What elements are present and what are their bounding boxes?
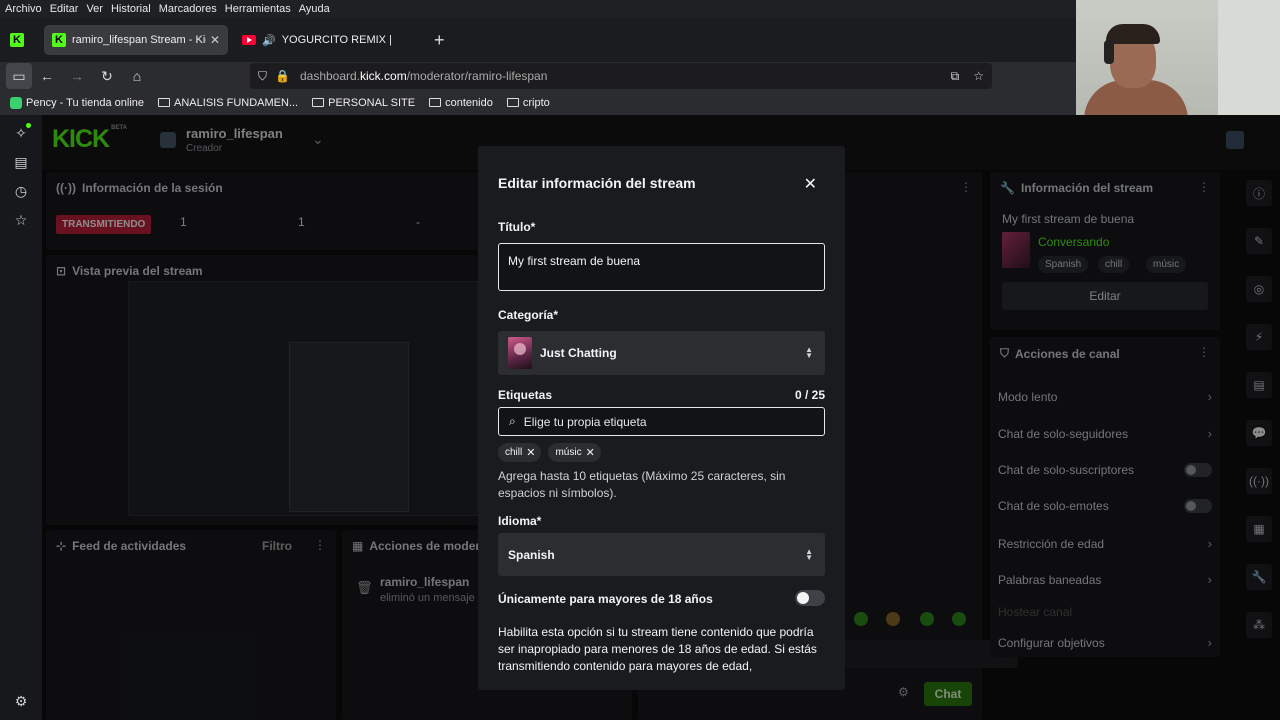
remove-tag-icon[interactable]: ✕ xyxy=(586,446,595,459)
home-icon[interactable]: ⌂ xyxy=(122,63,152,89)
menu-historial[interactable]: Historial xyxy=(111,3,151,15)
bookmark-personal-site[interactable]: PERSONAL SITE xyxy=(312,97,415,109)
sidebar-toggle-icon[interactable]: ▭ xyxy=(6,63,32,89)
stream-title-input[interactable] xyxy=(498,243,825,291)
webcam-person-hair xyxy=(1106,24,1160,44)
bookmark-pency[interactable]: Pency - Tu tienda online xyxy=(10,96,145,109)
folder-icon xyxy=(429,98,442,107)
tab-title: YOGURCITO REMIX | xyxy=(281,34,392,46)
webcam-headset xyxy=(1104,40,1114,64)
tags-help-text: Agrega hasta 10 etiquetas (Máximo 25 car… xyxy=(498,469,786,500)
folder-icon xyxy=(158,98,171,107)
language-selected-value: Spanish xyxy=(508,547,555,562)
adult-help-text: Habilita esta opción si tu stream tiene … xyxy=(498,625,817,673)
language-select[interactable]: Spanish ▲ ▼ xyxy=(498,533,825,576)
tags-counter: 0 / 25 xyxy=(794,388,825,402)
updown-chevron-icon: ▲ ▼ xyxy=(805,546,813,562)
tag-chip: chill ✕ xyxy=(498,443,542,462)
menu-herramientas[interactable]: Herramientas xyxy=(225,3,291,15)
tag-label: músic xyxy=(555,447,582,458)
pency-icon xyxy=(10,96,22,109)
kick-favicon-icon: K xyxy=(52,33,66,47)
menu-archivo[interactable]: Archivo xyxy=(5,3,42,15)
star-icon[interactable]: ☆ xyxy=(973,69,984,84)
url-domain: kick.com xyxy=(360,69,407,83)
search-icon: ⌕ xyxy=(509,414,516,428)
kick-icon: K xyxy=(10,33,24,47)
bookmark-contenido[interactable]: contenido xyxy=(429,97,493,109)
speaker-icon[interactable]: 🔊 xyxy=(262,34,276,47)
menu-editar[interactable]: Editar xyxy=(50,3,79,15)
language-label: Idioma* xyxy=(498,514,542,528)
left-rail: ✧ ▤ ◷ ☆ ⚙ xyxy=(0,115,42,720)
new-tab-plus-icon[interactable]: + xyxy=(434,30,445,51)
category-label: Categoría* xyxy=(498,308,559,322)
folder-icon xyxy=(312,98,325,107)
selected-tags: chill ✕ músic ✕ xyxy=(498,443,601,462)
tag-chip: músic ✕ xyxy=(548,443,601,462)
youtube-icon xyxy=(242,35,256,45)
remove-tag-icon[interactable]: ✕ xyxy=(526,446,535,459)
url-path: /moderator/ramiro-lifespan xyxy=(406,69,548,83)
address-bar[interactable]: ⛉ 🔒 dashboard. kick.com/moderator/ramiro-… xyxy=(250,63,992,89)
dashboard-icon[interactable]: ▤ xyxy=(14,154,27,171)
category-select[interactable]: Just Chatting ▲ ▼ xyxy=(498,331,825,375)
webcam-background-door xyxy=(1218,0,1280,115)
lock-icon: 🔒 xyxy=(275,69,290,83)
toggle-knob xyxy=(797,592,809,604)
adult-only-toggle[interactable] xyxy=(795,590,825,606)
menu-ver[interactable]: Ver xyxy=(86,3,103,15)
picture-in-picture-icon[interactable]: ⧉ xyxy=(951,69,960,84)
updown-chevron-icon: ▲ ▼ xyxy=(805,345,813,360)
clock-icon[interactable]: ◷ xyxy=(15,183,27,200)
settings-gear-icon[interactable]: ⚙ xyxy=(15,693,28,710)
back-arrow-icon[interactable]: ← xyxy=(32,63,62,89)
tags-search-input[interactable] xyxy=(523,414,804,429)
menu-marcadores[interactable]: Marcadores xyxy=(159,3,217,15)
modal-title: Editar información del stream xyxy=(498,175,696,191)
adult-only-label: Únicamente para mayores de 18 años xyxy=(498,592,713,606)
forward-arrow-icon[interactable]: → xyxy=(62,63,92,89)
shield-icon[interactable]: ⛉ xyxy=(258,69,267,84)
tab-title: ramiro_lifespan Stream - Kick D xyxy=(72,34,206,46)
kick-pinned-tab[interactable]: K xyxy=(0,23,34,57)
bookmark-label: cripto xyxy=(522,96,550,109)
bookmark-label: PERSONAL SITE xyxy=(328,96,416,109)
bookmark-label: ANALISIS FUNDAMEN... xyxy=(174,96,299,109)
webcam-overlay xyxy=(1076,0,1280,115)
tags-label: Etiquetas xyxy=(498,388,553,402)
edit-stream-modal: Editar información del stream ✕ Título* … xyxy=(478,146,845,690)
close-icon[interactable]: ✕ xyxy=(210,33,220,47)
folder-icon xyxy=(506,98,519,107)
star-icon[interactable]: ☆ xyxy=(15,212,28,229)
menu-ayuda[interactable]: Ayuda xyxy=(299,3,330,15)
close-icon[interactable]: ✕ xyxy=(804,174,817,194)
tab-kick-dashboard[interactable]: K ramiro_lifespan Stream - Kick D ✕ xyxy=(44,25,228,55)
tags-input-box[interactable]: ⌕ xyxy=(498,407,825,436)
reload-icon[interactable]: ↻ xyxy=(92,63,122,89)
bookmark-analisis[interactable]: ANALISIS FUNDAMEN... xyxy=(158,97,298,109)
sparkle-icon[interactable]: ✧ xyxy=(15,123,31,142)
category-selected-value: Just Chatting xyxy=(540,346,617,360)
tag-label: chill xyxy=(505,447,523,458)
title-label: Título* xyxy=(498,220,536,234)
bookmark-label: Pency - Tu tienda online xyxy=(26,96,145,109)
bookmark-label: contenido xyxy=(445,96,493,109)
bookmark-cripto[interactable]: cripto xyxy=(506,96,550,109)
tab-youtube[interactable]: 🔊 YOGURCITO REMIX | xyxy=(234,25,414,55)
category-thumbnail xyxy=(508,337,532,369)
url-prefix: dashboard. xyxy=(299,69,361,83)
